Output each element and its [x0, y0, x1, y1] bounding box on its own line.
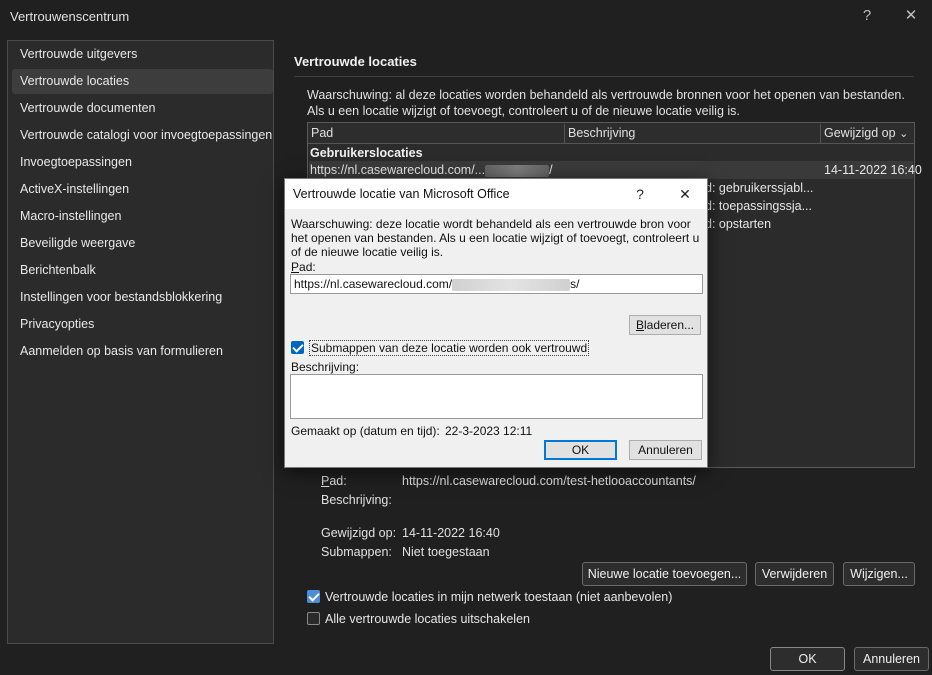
column-header-modified[interactable]: Gewijzigd op ⌄ — [821, 124, 913, 143]
sidebar: Vertrouwde uitgevers Vertrouwde locaties… — [7, 40, 274, 644]
row-path: https://nl.casewarecloud.com/... / — [310, 163, 553, 177]
cancel-button[interactable]: Annuleren — [854, 647, 929, 671]
sort-chevron-icon: ⌄ — [899, 128, 909, 140]
sidebar-item-file-block[interactable]: Instellingen voor bestandsblokkering — [12, 285, 273, 310]
redacted-block — [485, 164, 550, 177]
dialog-path-label: Pad: — [291, 260, 316, 274]
detail-subfolders-value: Niet toegestaan — [402, 545, 490, 559]
dialog-cancel-button[interactable]: Annuleren — [629, 440, 702, 460]
table-row[interactable]: https://nl.casewarecloud.com/.../ 14-11-… — [309, 161, 922, 179]
created-label: Gemaakt op (datum en tijd): — [291, 424, 440, 438]
sidebar-item-trusted-documents[interactable]: Vertrouwde documenten — [12, 96, 273, 121]
column-header-description[interactable]: Beschrijving — [565, 124, 821, 143]
group-header: Gebruikerslocaties — [310, 146, 423, 160]
title-bar: Vertrouwenscentrum ? ✕ — [0, 0, 932, 34]
divider — [294, 76, 914, 77]
sidebar-item-form-signin[interactable]: Aanmelden op basis van formulieren — [12, 339, 273, 364]
close-icon[interactable]: ✕ — [899, 5, 923, 27]
row-modified: 14-11-2022 16:40 — [824, 163, 922, 177]
column-header-path[interactable]: Pad — [308, 124, 565, 143]
add-location-button[interactable]: Nieuwe locatie toevoegen... — [582, 562, 747, 586]
network-checkbox[interactable] — [307, 590, 320, 603]
sidebar-item-trusted-addin-catalogs[interactable]: Vertrouwde catalogi voor invoegtoepassin… — [12, 123, 273, 148]
trusted-location-dialog: Vertrouwde locatie van Microsoft Office … — [284, 178, 708, 468]
row-description: d: gebruikerssjabl... — [705, 181, 814, 195]
detail-path-label: Pad: — [321, 474, 347, 488]
dialog-close-icon[interactable]: ✕ — [672, 183, 698, 205]
disable-all-checkbox-label[interactable]: Alle vertrouwde locaties uitschakelen — [325, 612, 530, 626]
section-title: Vertrouwde locaties — [294, 54, 417, 69]
dialog-ok-button[interactable]: OK — [544, 440, 617, 460]
modify-button[interactable]: Wijzigen... — [843, 562, 915, 586]
dialog-title-bar: Vertrouwde locatie van Microsoft Office … — [285, 179, 707, 209]
subfolders-checkbox-label[interactable]: Submappen van deze locatie worden ook ve… — [309, 340, 590, 356]
dialog-warning: Waarschuwing: deze locatie wordt behande… — [291, 217, 700, 259]
detail-description-label: Beschrijving: — [321, 493, 392, 507]
dialog-path-input[interactable]: https://nl.casewarecloud.com/s/ — [290, 274, 703, 294]
detail-modified-value: 14-11-2022 16:40 — [402, 526, 500, 540]
ok-button[interactable]: OK — [770, 647, 845, 671]
dialog-help-icon[interactable]: ? — [627, 183, 653, 205]
dialog-description-input[interactable] — [290, 374, 703, 419]
detail-path-value: https://nl.casewarecloud.com/test-hetloo… — [402, 474, 696, 488]
detail-subfolders-label: Submappen: — [321, 545, 392, 559]
sidebar-item-trusted-locations[interactable]: Vertrouwde locaties — [12, 69, 273, 94]
dialog-description-label: Beschrijving: — [291, 360, 360, 374]
sidebar-item-macro[interactable]: Macro-instellingen — [12, 204, 273, 229]
header-divider — [308, 143, 914, 144]
network-checkbox-label[interactable]: Vertrouwde locaties in mijn netwerk toes… — [325, 590, 672, 604]
sidebar-item-protected-view[interactable]: Beveiligde weergave — [12, 231, 273, 256]
sidebar-item-activex[interactable]: ActiveX-instellingen — [12, 177, 273, 202]
sidebar-item-addins[interactable]: Invoegtoepassingen — [12, 150, 273, 175]
sidebar-item-trusted-publishers[interactable]: Vertrouwde uitgevers — [12, 42, 273, 67]
sidebar-item-message-bar[interactable]: Berichtenbalk — [12, 258, 273, 283]
redacted-block — [452, 278, 571, 291]
dialog-title: Vertrouwde locatie van Microsoft Office — [293, 187, 510, 201]
row-description: d: opstarten — [705, 217, 772, 231]
created-value: 22-3-2023 12:11 — [445, 424, 533, 438]
row-description: d: toepassingssja... — [705, 199, 813, 213]
disable-all-checkbox[interactable] — [307, 612, 320, 625]
help-icon[interactable]: ? — [855, 5, 879, 27]
window-title: Vertrouwenscentrum — [10, 9, 130, 24]
detail-modified-label: Gewijzigd op: — [321, 526, 397, 540]
warning-text: Waarschuwing: al deze locaties worden be… — [307, 88, 905, 118]
sidebar-item-privacy[interactable]: Privacyopties — [12, 312, 273, 337]
browse-button[interactable]: Bladeren... — [629, 315, 701, 335]
remove-button[interactable]: Verwijderen — [755, 562, 834, 586]
subfolders-checkbox[interactable] — [291, 341, 304, 354]
